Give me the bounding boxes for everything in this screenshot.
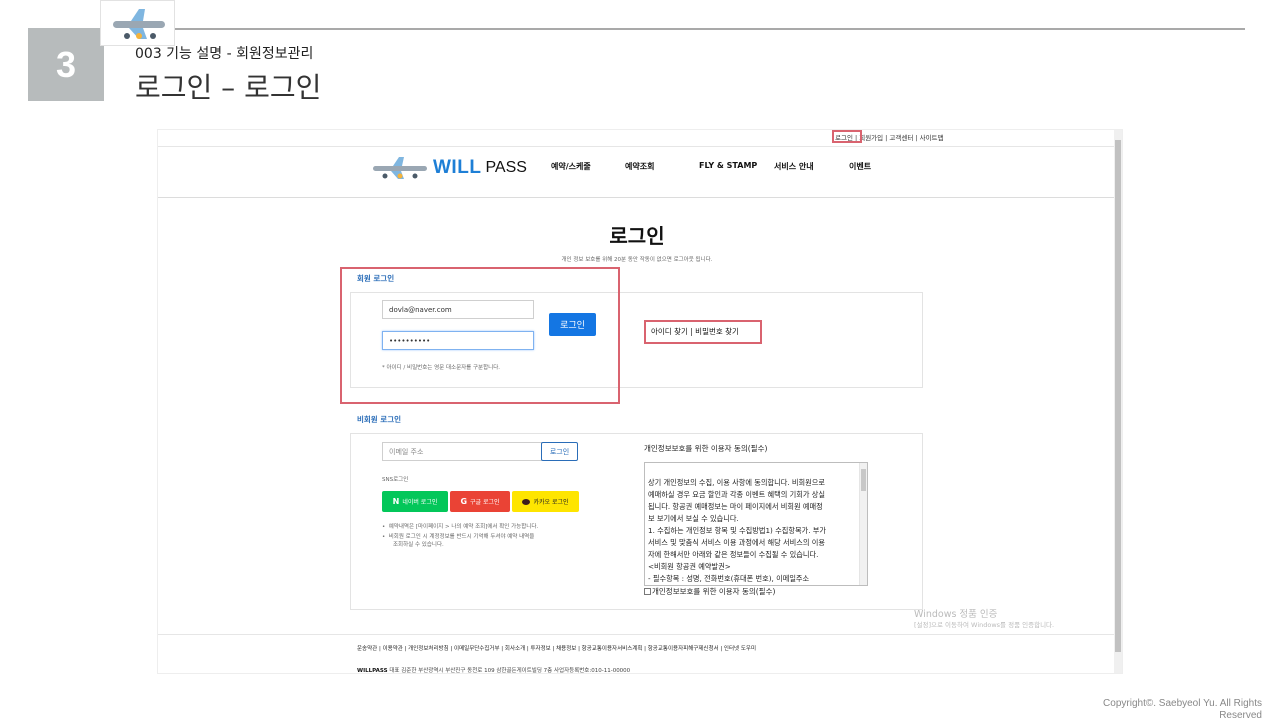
agreement-line: - 필수항목 : 성명, 전화번호(휴대폰 번호), 이메일주소 — [648, 574, 810, 583]
guest-login-button[interactable]: 로그인 — [541, 442, 578, 461]
guest-note-2-text: 비회원 로그인 시 계정정보를 반드시 기억해 두셔야 예약 내역을 — [388, 534, 535, 540]
agreement-line: <비회원 항공권 예약발권> — [648, 562, 731, 571]
agreement-checkbox-row[interactable]: 개인정보보호를 위한 이용자 동의(필수) — [644, 586, 775, 597]
agreement-scrollbar[interactable] — [859, 463, 867, 585]
nav-fly-stamp[interactable]: FLY & STAMP — [699, 161, 757, 170]
session-notice: 개인 정보 보호를 위해 20분 동안 작동이 없으면 로그아웃 됩니다. — [561, 257, 713, 263]
slide-subtitle: 003 기능 설명 - 회원정보관리 — [135, 46, 314, 62]
kakao-login-label: 카카오 로그인 — [533, 499, 569, 506]
airplane-icon — [373, 157, 427, 179]
airplane-logo-icon — [100, 0, 175, 46]
google-login-label: 구글 로그인 — [470, 499, 500, 506]
nav-event[interactable]: 이벤트 — [849, 161, 871, 172]
util-sitemap-link[interactable]: 사이트맵 — [920, 134, 944, 142]
kakao-chat-icon — [522, 498, 531, 505]
copyright-line-2: Reserved — [1219, 710, 1262, 720]
guest-note-2: • 비회원 로그인 시 계정정보를 반드시 기억해 두셔야 예약 내역을 — [382, 534, 535, 540]
footer-address: 대표 김준한 부산광역시 부산진구 동천로 109 삼한골든게이트빌딩 7층 사… — [389, 668, 631, 674]
agreement-line: 됩니다. 항공권 예매정보는 마이 페이지에서 비회원 예매정 — [648, 502, 823, 511]
guest-login-label: 비회원 로그인 — [357, 415, 402, 424]
guest-note-2b: 조회하실 수 있습니다. — [393, 542, 444, 548]
google-icon: G — [460, 497, 468, 506]
footer-links[interactable]: 운송약관 | 이용약관 | 개인정보처리방침 | 이메일무단수집거부 | 회사소… — [357, 644, 756, 652]
nav-service[interactable]: 서비스 안내 — [774, 161, 814, 172]
naver-login-label: 네이버 로그인 — [402, 499, 438, 506]
page-scrollbar-thumb[interactable] — [1115, 140, 1121, 652]
agreement-line: 예매하실 경우 요금 할인과 각종 이벤트 혜택의 기회가 상실 — [648, 490, 825, 499]
sns-login-label: SNS로그인 — [382, 477, 409, 483]
login-heading: 로그인 — [609, 224, 665, 248]
agreement-checkbox[interactable] — [644, 588, 651, 595]
agreement-line — [648, 465, 855, 477]
agreement-line: 보 보기에서 보실 수 있습니다. — [648, 514, 739, 523]
highlight-util-login — [832, 130, 862, 143]
windows-activation-title: Windows 정품 인증 — [914, 609, 998, 620]
footer-company: WILLPASS — [357, 668, 388, 674]
slide: 3 003 기능 설명 - 회원정보관리 로그인 – 로그인 로그인 | 회원가입… — [0, 0, 1280, 720]
naver-login-button[interactable]: N 네이버 로그인 — [382, 491, 448, 512]
agreement-line: 자에 한해서만 아래와 같은 정보들이 수집될 수 있습니다. — [648, 550, 819, 559]
brand-suffix: PASS — [485, 159, 527, 176]
guest-note-1: • 예약내역은 [마이페이지 > 나의 예약 조회]에서 확인 가능합니다. — [382, 524, 539, 530]
agreement-text: 상기 개인정보의 수집, 이용 사항에 동의합니다. 비회원으로예매하실 경우 … — [648, 465, 855, 585]
slide-title: 로그인 – 로그인 — [135, 71, 322, 104]
highlight-member-login — [340, 267, 620, 404]
footer-divider — [158, 634, 1116, 635]
agreement-title: 개인정보보호를 위한 이용자 동의(필수) — [644, 444, 768, 453]
section-number: 3 — [28, 28, 104, 101]
copyright: Copyright©. Saebyeol Yu. All Rights Rese… — [1072, 698, 1262, 720]
windows-activation-text: [설정]으로 이동하여 Windows를 정품 인증합니다. — [914, 621, 1055, 629]
agreement-line: 서비스 및 맞춤식 서비스 이용 과정에서 해당 서비스의 이용 — [648, 538, 825, 547]
nav-reservation[interactable]: 예약/스케줄 — [551, 161, 591, 172]
nav-divider — [158, 197, 1116, 198]
naver-icon: N — [392, 497, 400, 506]
google-login-button[interactable]: G 구글 로그인 — [450, 491, 510, 512]
footer-company-info: WILLPASS 대표 김준한 부산광역시 부산진구 동천로 109 삼한골든게… — [357, 666, 631, 674]
top-divider — [175, 28, 1245, 30]
agreement-textarea[interactable]: 상기 개인정보의 수집, 이용 사항에 동의합니다. 비회원으로예매하실 경우 … — [644, 462, 868, 586]
highlight-find-links — [644, 320, 762, 344]
page-scrollbar[interactable] — [1114, 130, 1122, 673]
agreement-line: 1. 수집하는 개인정보 항목 및 수집방법1) 수집항목가. 부가 — [648, 526, 826, 535]
copyright-line-1: Copyright©. Saebyeol Yu. All Rights — [1103, 698, 1262, 709]
brand-name: WILL — [433, 157, 482, 178]
guest-note-1-text: 예약내역은 [마이페이지 > 나의 예약 조회]에서 확인 가능합니다. — [388, 524, 539, 530]
brand-logo[interactable]: WILL PASS — [371, 155, 527, 181]
login-page-screenshot: 로그인 | 회원가입 | 고객센터 | 사이트맵 WILL PASS 예약/스케줄 예… — [157, 129, 1123, 674]
util-signup-link[interactable]: 회원가입 — [859, 134, 883, 142]
agreement-checkbox-label: 개인정보보호를 위한 이용자 동의(필수) — [652, 587, 776, 596]
guest-email-input[interactable]: 이메일 주소 — [382, 442, 542, 461]
nav-lookup[interactable]: 예약조회 — [625, 161, 654, 172]
kakao-login-button[interactable]: 카카오 로그인 — [512, 491, 579, 512]
header-divider — [158, 146, 1116, 147]
agreement-line: 상기 개인정보의 수집, 이용 사항에 동의합니다. 비회원으로 — [648, 478, 825, 487]
util-support-link[interactable]: 고객센터 — [889, 134, 913, 142]
